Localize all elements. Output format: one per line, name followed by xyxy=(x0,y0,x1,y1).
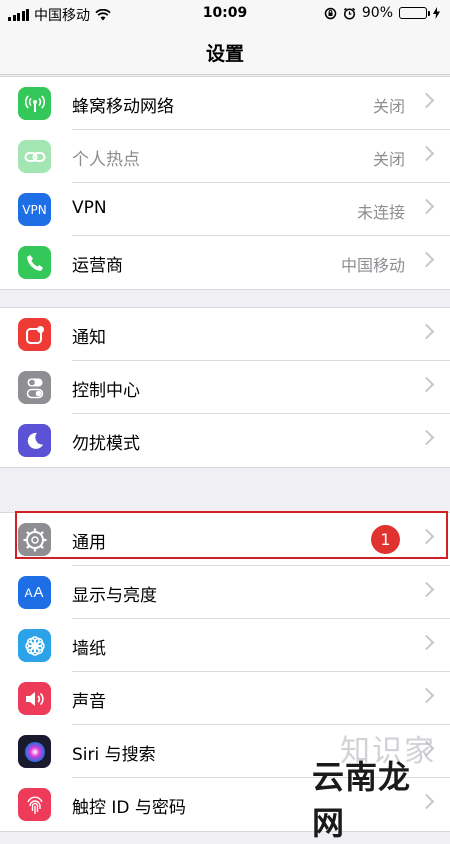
settings-row[interactable]: 通知 xyxy=(0,308,450,361)
chevron-right-icon xyxy=(418,528,435,545)
settings-row[interactable]: 触控 ID 与密码 xyxy=(0,778,450,831)
chevron-right-icon xyxy=(418,429,435,446)
chevron-right-icon xyxy=(418,198,435,215)
charging-icon xyxy=(433,7,440,19)
chevron-right-icon xyxy=(418,376,435,393)
vpn-icon: VPN xyxy=(18,193,51,226)
text-size-icon: AA xyxy=(18,576,51,609)
moon-icon xyxy=(18,424,51,457)
row-label: 运营商 xyxy=(72,256,123,276)
row-label: 个人热点 xyxy=(72,150,140,170)
settings-row[interactable]: 通用 1 xyxy=(0,513,450,566)
row-label: 控制中心 xyxy=(72,381,140,401)
chevron-right-icon xyxy=(418,251,435,268)
chevron-right-icon xyxy=(418,634,435,651)
battery-icon xyxy=(399,7,430,19)
chevron-right-icon xyxy=(418,793,435,810)
chevron-right-icon xyxy=(418,92,435,109)
settings-row[interactable]: 运营商 中国移动 xyxy=(0,236,450,289)
update-badge: 1 xyxy=(371,525,400,554)
antenna-icon xyxy=(18,87,51,120)
status-right: 90% xyxy=(324,5,440,21)
settings-row[interactable]: 勿扰模式 xyxy=(0,414,450,467)
row-label: 通知 xyxy=(72,328,106,348)
settings-row[interactable]: AA 显示与亮度 xyxy=(0,566,450,619)
chevron-right-icon xyxy=(418,145,435,162)
row-label: 触控 ID 与密码 xyxy=(72,798,186,818)
settings-row[interactable]: Siri 与搜索 xyxy=(0,725,450,778)
row-label: 通用 xyxy=(72,533,106,553)
row-label: 勿扰模式 xyxy=(72,434,140,454)
toggles-icon xyxy=(18,371,51,404)
gear-icon xyxy=(18,523,51,556)
chevron-right-icon xyxy=(418,740,435,757)
row-label: 显示与亮度 xyxy=(72,586,157,606)
settings-group: 蜂窝移动网络 关闭 个人热点 关闭 VPN VPN 未连接 运营商 中国移动 xyxy=(0,76,450,290)
orientation-lock-icon xyxy=(324,7,337,19)
chevron-right-icon xyxy=(418,323,435,340)
settings-group: 通用 1 AA 显示与亮度墙纸声音 Siri 与搜索触控 ID 与密码 xyxy=(0,512,450,832)
row-label: 声音 xyxy=(72,692,106,712)
settings-group: 通知控制中心勿扰模式 xyxy=(0,307,450,468)
navigation-bar: 设置 xyxy=(0,28,450,75)
row-value: 关闭 xyxy=(372,97,405,116)
settings-row[interactable]: 墙纸 xyxy=(0,619,450,672)
flower-icon xyxy=(18,629,51,662)
chevron-right-icon xyxy=(418,687,435,704)
row-label: Siri 与搜索 xyxy=(72,745,156,765)
siri-icon xyxy=(18,735,51,768)
page-title: 设置 xyxy=(205,43,244,65)
battery-percent: 90% xyxy=(361,5,393,21)
row-label: 蜂窝移动网络 xyxy=(72,97,174,117)
settings-row[interactable]: 控制中心 xyxy=(0,361,450,414)
row-label: VPN xyxy=(72,198,107,218)
row-value: 关闭 xyxy=(372,150,405,169)
phone-icon xyxy=(18,246,51,279)
settings-row[interactable]: 个人热点 关闭 xyxy=(0,130,450,183)
row-value: 中国移动 xyxy=(340,256,405,275)
settings-row[interactable]: 蜂窝移动网络 关闭 xyxy=(0,77,450,130)
row-value: 未连接 xyxy=(356,203,405,222)
status-bar: 中国移动 10:09 90% xyxy=(0,0,450,28)
settings-row[interactable]: 声音 xyxy=(0,672,450,725)
hotspot-icon xyxy=(18,140,51,173)
chevron-right-icon xyxy=(418,581,435,598)
speaker-icon xyxy=(18,682,51,715)
fingerprint-icon xyxy=(18,788,51,821)
alarm-icon xyxy=(343,7,356,20)
row-label: 墙纸 xyxy=(72,639,106,659)
notification-icon xyxy=(18,318,51,351)
settings-row[interactable]: VPN VPN 未连接 xyxy=(0,183,450,236)
